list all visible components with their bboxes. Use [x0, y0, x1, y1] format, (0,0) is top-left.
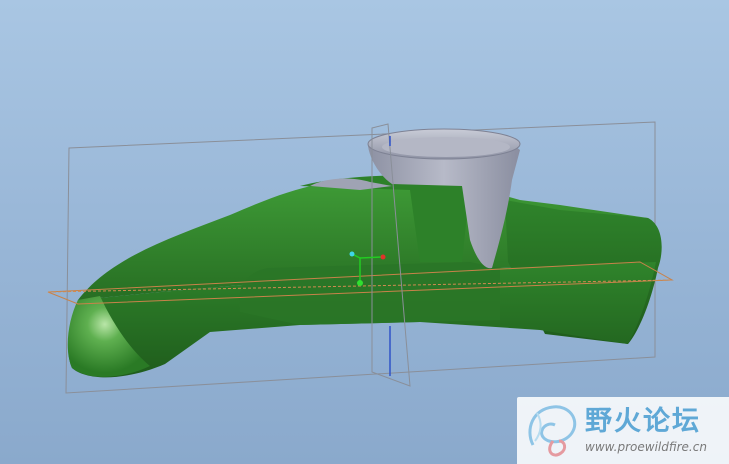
proewildfire-logo-icon	[528, 405, 577, 457]
watermark-url: www.proewildfire.cn	[585, 440, 707, 454]
graphics-viewport[interactable]: 野火论坛 www.proewildfire.cn	[0, 0, 729, 464]
gray-part-cup-opening[interactable]	[382, 137, 510, 157]
watermark-title: 野火论坛	[585, 406, 701, 437]
watermark-banner: 野火论坛 www.proewildfire.cn	[517, 397, 729, 464]
model-scene[interactable]	[0, 0, 729, 464]
